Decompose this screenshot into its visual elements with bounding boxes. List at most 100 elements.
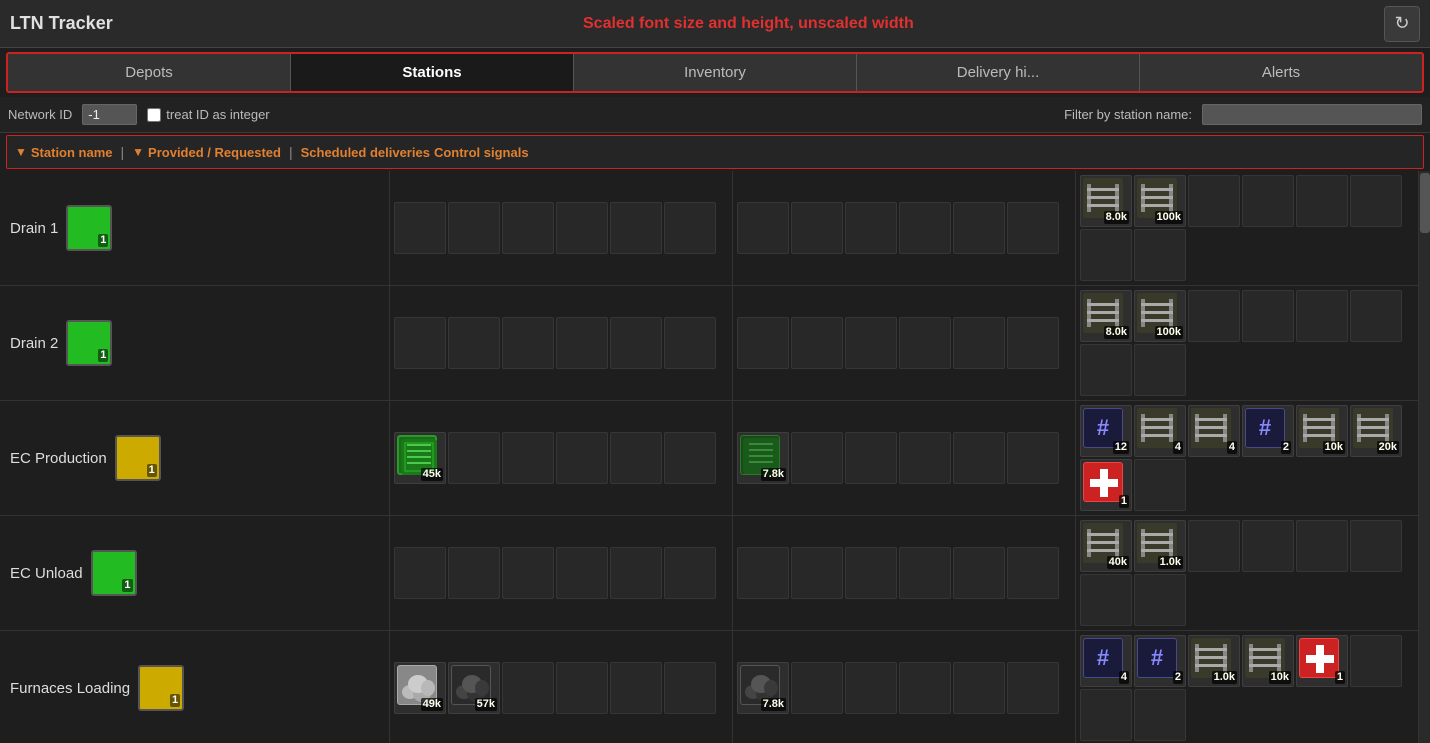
empty-item-slot [1242,290,1294,342]
item-slot: 7.8k [737,432,789,484]
sort-station-icon[interactable]: ▼ [15,145,27,159]
signal-indicator: 1 [91,550,137,596]
item-slot: 20k [1350,405,1402,457]
control-section: 8.0k 100k [1076,286,1418,400]
control-section: 40k1.0k [1076,516,1418,630]
sort-provided-icon[interactable]: ▼ [132,145,144,159]
empty-item-slot [1188,520,1240,572]
empty-item-slot [1296,175,1348,227]
empty-item-slot [1007,547,1059,599]
empty-item-slot [1242,175,1294,227]
item-slot: 4 [1188,405,1240,457]
empty-item-slot [1350,175,1402,227]
item-icon-hash: # [1245,408,1285,448]
empty-item-slot [1350,520,1402,572]
item-count: 12 [1113,441,1129,454]
item-count: 1 [1335,671,1345,684]
station-name-cell: Furnaces Loading1 [0,631,390,743]
item-count: 7.8k [761,468,786,481]
empty-item-slot [1080,689,1132,741]
empty-item-slot [1188,175,1240,227]
empty-item-slot [664,547,716,599]
item-slot: 1 [1296,635,1348,687]
empty-item-slot [1296,520,1348,572]
empty-item-slot [791,547,843,599]
item-slot: 10k [1242,635,1294,687]
item-slot: #2 [1134,635,1186,687]
signal-number: 1 [147,464,157,477]
empty-item-slot [1007,662,1059,714]
empty-item-slot [556,432,608,484]
empty-item-slot [448,547,500,599]
empty-item-slot [394,547,446,599]
app-subtitle: Scaled font size and height, unscaled wi… [113,15,1384,33]
empty-item-slot [953,432,1005,484]
table-row: EC Production145k7.8k#1244#210k20k1 [0,401,1418,516]
empty-item-slot [556,662,608,714]
station-name-cell: EC Production 1 [0,401,390,515]
empty-item-slot [845,202,897,254]
item-icon-hash: # [1083,638,1123,678]
station-name: EC Production [10,450,107,467]
empty-item-slot [899,317,951,369]
scheduled-section: 7.8k [733,631,1076,743]
item-slot: 1.0k [1188,635,1240,687]
item-slot: #2 [1242,405,1294,457]
treat-id-checkbox-area: treat ID as integer [147,107,269,122]
empty-item-slot [502,547,554,599]
empty-item-slot [899,662,951,714]
empty-item-slot [502,662,554,714]
tab-delivery[interactable]: Delivery hi... [857,54,1140,91]
filter-station-input[interactable] [1202,104,1422,125]
empty-item-slot [737,317,789,369]
empty-item-slot [791,202,843,254]
item-slot: 4 [1134,405,1186,457]
item-slot: 100k [1134,175,1186,227]
col-provided[interactable]: Provided / Requested [148,145,281,160]
empty-item-slot [737,547,789,599]
item-count: 1 [1119,495,1129,508]
empty-item-slot [1350,635,1402,687]
scrollbar[interactable] [1418,171,1430,743]
col-scheduled[interactable]: Scheduled deliveries [301,145,430,160]
network-id-input[interactable] [82,104,137,125]
empty-item-slot [664,317,716,369]
empty-item-slot [845,547,897,599]
empty-item-slot [556,317,608,369]
item-count: 100k [1155,326,1183,339]
empty-item-slot [664,432,716,484]
empty-item-slot [845,432,897,484]
signal-indicator: 1 [66,205,112,251]
empty-item-slot [899,547,951,599]
row-sections: 49k57k7.8k#4#21.0k10k1 [390,631,1418,743]
empty-item-slot [845,317,897,369]
item-count: 4 [1173,441,1183,454]
empty-item-slot [1188,290,1240,342]
table-row: EC Unload140k1.0k [0,516,1418,631]
tab-alerts[interactable]: Alerts [1140,54,1422,91]
col-station-name[interactable]: Station name [31,145,113,160]
empty-item-slot [737,202,789,254]
empty-item-slot [1296,290,1348,342]
empty-item-slot [664,202,716,254]
treat-id-checkbox[interactable] [147,108,161,122]
empty-item-slot [1134,689,1186,741]
row-sections: 8.0k100k [390,171,1418,285]
tab-stations[interactable]: Stations [291,54,574,91]
item-count: 10k [1323,441,1345,454]
empty-item-slot [448,202,500,254]
tab-depots[interactable]: Depots [8,54,291,91]
control-section: #1244#210k20k1 [1076,401,1418,515]
app-title: LTN Tracker [10,13,113,34]
item-slot: 8.0k [1080,175,1132,227]
empty-item-slot [1080,344,1132,396]
item-icon-red-cross [1299,638,1339,678]
scrollbar-thumb[interactable] [1420,173,1430,233]
refresh-button[interactable]: ↻ [1384,6,1420,42]
item-slot: 8.0k [1080,290,1132,342]
station-name: Drain 1 [10,220,58,237]
empty-item-slot [899,202,951,254]
tab-inventory[interactable]: Inventory [574,54,857,91]
network-id-label: Network ID [8,107,72,122]
empty-item-slot [953,317,1005,369]
